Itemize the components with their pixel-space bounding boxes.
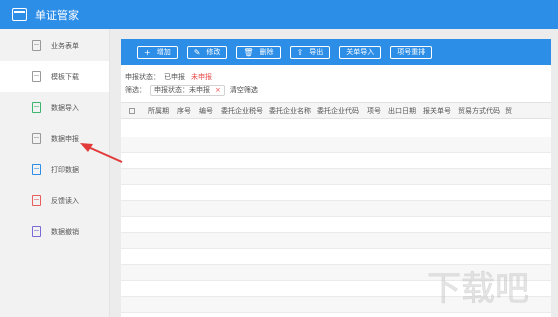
column-header[interactable]: 出口日期 [388,106,416,116]
filter-label: 筛选： [125,86,146,94]
sidebar-item-template-download[interactable]: 模板下载 [0,61,109,92]
table-row [121,185,551,201]
add-button[interactable]: + 增加 [137,45,178,59]
sidebar-item-label: 业务表单 [51,41,79,50]
trash-icon: 🗑 [243,47,254,57]
printer-icon [32,164,41,175]
form-icon [32,40,41,51]
column-header[interactable]: 贸易方式代码 [458,106,500,116]
edit-button[interactable]: ✎ 修改 [186,45,228,59]
export-icon: ⇪ [296,47,304,57]
template-download-icon [32,71,41,82]
reorder-items-button-label: 项号重排 [397,48,426,56]
watermark: 下载吧 [427,269,530,308]
status-option-declared[interactable]: 已申报 [164,72,185,82]
table-row [121,233,551,249]
column-header[interactable]: 委托企业代码 [317,106,359,116]
status-option-undeclared[interactable]: 未申报 [191,72,212,82]
column-header[interactable]: 报关单号 [423,106,451,116]
close-icon[interactable]: × [215,86,221,94]
column-header[interactable]: 委托企业名称 [269,106,311,116]
customs-import-button[interactable]: 关单导入 [339,45,382,59]
sidebar-item-data-revoke[interactable]: 数据撤销 [0,216,109,247]
sidebar-item-data-declare[interactable]: 数据申报 [0,123,109,154]
table-header: 所属期 序号 编号 委托企业税号 委托企业名称 委托企业代码 项号 出口日期 报… [121,102,551,119]
sidebar: 业务表单 模板下载 数据导入 数据申报 打印数据 反馈读入 数据撤销 [0,29,110,317]
app-window: 单证管家 业务表单 模板下载 数据导入 数据申报 打印数据 反馈读入 数据撤销 … [0,0,558,317]
column-header[interactable]: 委托企业税号 [221,106,263,116]
sidebar-item-label: 模板下载 [51,72,79,81]
data-import-icon [32,102,41,113]
filter-chip: 申报状态：未申报 × [150,84,225,96]
edit-icon: ✎ [193,47,201,57]
filter-chip-label: 申报状态：未申报 [154,86,210,94]
sidebar-item-label: 数据撤销 [51,227,79,236]
filter-row: 筛选： 申报状态：未申报 × 清空筛选 [121,83,551,97]
reorder-items-button[interactable]: 项号重排 [390,45,433,59]
select-all-checkbox[interactable] [129,107,135,114]
clear-filter-link[interactable]: 清空筛选 [230,85,258,95]
customs-import-button-label: 关单导入 [346,48,375,56]
feedback-icon [32,195,41,206]
table-row [121,169,551,185]
delete-button[interactable]: 🗑 删除 [236,45,281,59]
sidebar-item-label: 反馈读入 [51,196,79,205]
column-header[interactable]: 编号 [199,106,213,116]
sidebar-item-data-import[interactable]: 数据导入 [0,92,109,123]
export-button[interactable]: ⇪ 导出 [289,45,331,59]
sidebar-item-label: 打印数据 [51,165,79,174]
column-header[interactable]: 项号 [367,106,381,116]
table-row [121,153,551,169]
sidebar-item-label: 数据申报 [51,134,79,143]
watermark-text: 下载吧 [427,269,529,308]
declare-status-row: 申报状态： 已申报 未申报 [121,70,551,83]
data-declare-icon [32,133,41,144]
sidebar-item-feedback-import[interactable]: 反馈读入 [0,185,109,216]
data-revoke-icon [32,226,41,237]
table-row [121,137,551,153]
sidebar-item-print-data[interactable]: 打印数据 [0,154,109,185]
sidebar-item-business-form[interactable]: 业务表单 [0,30,109,61]
plus-icon: + [144,47,151,57]
edit-button-label: 修改 [206,48,221,56]
column-header[interactable]: 所属期 [148,106,169,116]
title-bar: 单证管家 [0,0,558,29]
sidebar-item-label: 数据导入 [51,103,79,112]
column-header[interactable]: 贸 [505,106,512,116]
toolbar: + 增加 ✎ 修改 🗑 删除 ⇪ 导出 关单导入 项号重排 [121,39,551,65]
export-button-label: 导出 [309,48,324,56]
column-header[interactable]: 序号 [177,106,191,116]
status-label: 申报状态： [125,72,160,81]
table-row [121,249,551,265]
app-title: 单证管家 [35,8,79,22]
table-row [121,217,551,233]
window-icon [12,8,27,21]
table-row [121,201,551,217]
add-button-label: 增加 [156,48,171,56]
delete-button-label: 删除 [259,48,274,56]
